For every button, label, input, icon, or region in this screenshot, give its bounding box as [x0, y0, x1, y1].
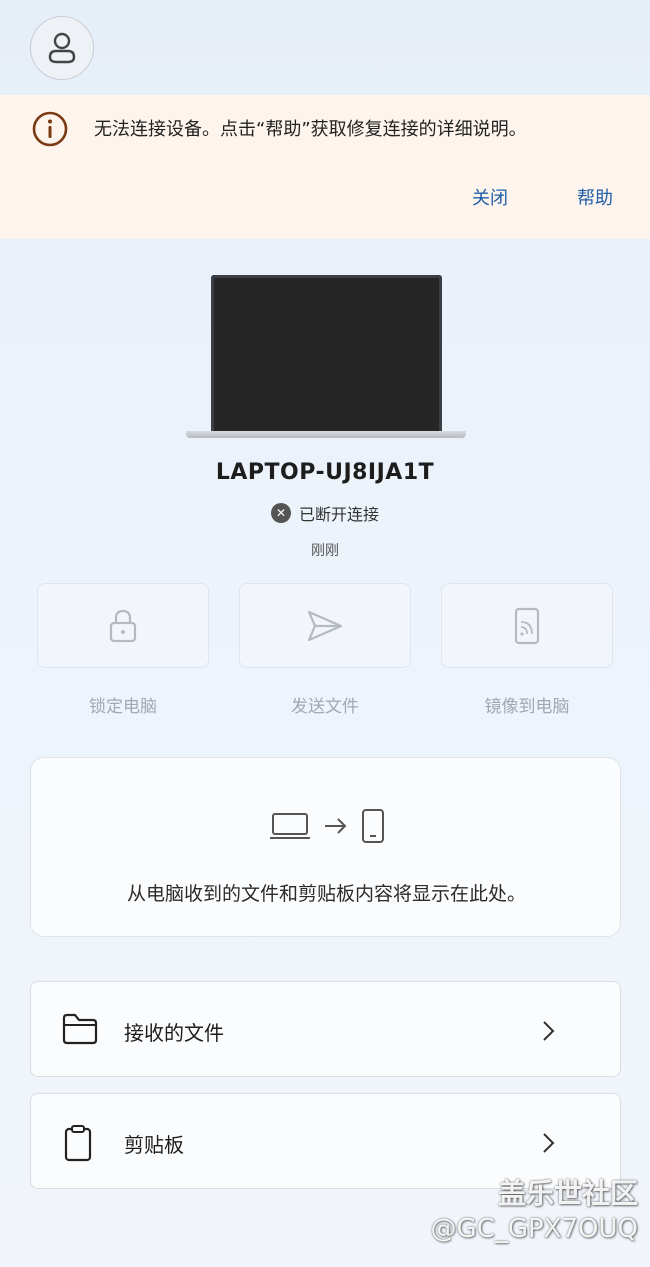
- last-seen-time: 刚刚: [311, 543, 339, 559]
- lock-pc-button[interactable]: [37, 583, 209, 668]
- received-files-row[interactable]: 接收的文件: [30, 981, 621, 1077]
- arrow-right-icon: [324, 818, 346, 834]
- help-button[interactable]: 帮助: [577, 184, 613, 210]
- chevron-right-icon: [543, 1133, 555, 1153]
- folder-icon: [62, 1013, 98, 1045]
- connection-status: ✕ 已断开连接: [0, 501, 650, 525]
- laptop-icon: [269, 813, 310, 839]
- info-card-text: 从电脑收到的文件和剪贴板内容将显示在此处。: [126, 883, 526, 905]
- watermark-handle: @GC_GPX7OUQ: [430, 1214, 638, 1244]
- transfer-info-card: 从电脑收到的文件和剪贴板内容将显示在此处。: [30, 757, 621, 937]
- person-icon: [48, 32, 76, 64]
- info-warning-icon: [32, 111, 68, 147]
- clipboard-label: 剪贴板: [124, 1133, 184, 1157]
- account-avatar-button[interactable]: [30, 16, 94, 80]
- watermark-community: 盖乐世社区: [497, 1177, 638, 1210]
- chevron-right-icon: [543, 1021, 555, 1041]
- laptop-illustration-screen: [211, 275, 442, 432]
- disconnected-icon: ✕: [270, 503, 291, 523]
- device-name: LAPTOP-UJ8IJA1T: [215, 460, 435, 485]
- mirror-screen-icon: [514, 607, 540, 644]
- send-file-button[interactable]: [239, 583, 411, 668]
- banner-message: 无法连接设备。点击“帮助”获取修复连接的详细说明。: [94, 119, 527, 140]
- connection-warning-banner: 无法连接设备。点击“帮助”获取修复连接的详细说明。 关闭 帮助: [0, 95, 650, 239]
- clipboard-icon: [64, 1125, 92, 1162]
- send-file-label: 发送文件: [291, 697, 359, 717]
- mirror-to-pc-button[interactable]: [441, 583, 613, 668]
- status-text: 已断开连接: [298, 505, 379, 524]
- send-icon: [307, 610, 343, 641]
- mirror-to-pc-label: 镜像到电脑: [484, 697, 570, 717]
- lock-pc-label: 锁定电脑: [89, 697, 157, 717]
- received-files-label: 接收的文件: [124, 1021, 224, 1045]
- laptop-illustration-base: [186, 431, 466, 438]
- phone-icon: [361, 809, 384, 843]
- lock-icon: [109, 609, 137, 642]
- close-button[interactable]: 关闭: [472, 184, 508, 210]
- transfer-illustration: [31, 808, 622, 844]
